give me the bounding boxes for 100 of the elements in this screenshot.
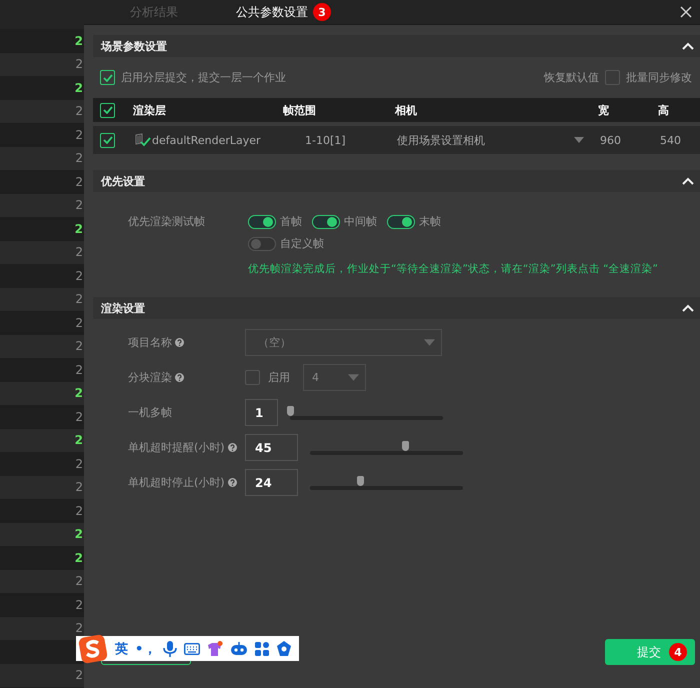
section-header[interactable]: 渲染设置 (93, 297, 700, 319)
list-row[interactable]: 2 (0, 499, 84, 522)
section-header[interactable]: 优先设置 (93, 170, 700, 192)
number-field[interactable]: 1 (245, 399, 278, 426)
chevron-icon[interactable] (682, 42, 694, 50)
chevron-icon[interactable] (682, 177, 694, 185)
list-row[interactable]: 2 (0, 29, 84, 52)
section-title: 渲染设置 (101, 300, 145, 316)
checkbox-label: 启用 (268, 370, 290, 385)
toggle-switch[interactable] (248, 236, 276, 250)
dropdown-icon (348, 374, 359, 381)
list-cell-text: 2 (75, 58, 83, 70)
list-row[interactable]: 2 (0, 311, 84, 334)
list-cell-text: 2 (74, 222, 83, 235)
apps-icon[interactable] (255, 642, 270, 656)
list-row[interactable]: 2 (0, 452, 84, 476)
keyboard-icon[interactable] (184, 642, 200, 654)
list-row[interactable]: 2 (0, 428, 84, 452)
list-cell-text: 2 (74, 528, 83, 540)
list-row[interactable]: 2 (0, 76, 84, 100)
toggle-switch[interactable] (387, 214, 415, 228)
tab[interactable]: 公共参数设置 3 (206, 0, 359, 24)
slider-thumb[interactable] (287, 406, 294, 416)
microphone-icon[interactable] (163, 640, 178, 656)
robot-icon[interactable] (230, 642, 248, 656)
section-header[interactable]: 场景参数设置 (93, 35, 700, 57)
help-icon[interactable] (228, 443, 237, 452)
list-row[interactable]: 2 (0, 616, 84, 640)
dropdown-icon (424, 339, 435, 346)
checkbox[interactable] (100, 70, 115, 85)
section-title: 场景参数设置 (101, 38, 167, 54)
submit-button[interactable]: 提交 4 (605, 639, 695, 665)
count-badge: 4 (669, 643, 687, 661)
list-cell-text: 2 (75, 105, 83, 118)
list-row[interactable]: 2 (0, 217, 84, 240)
slider[interactable] (310, 476, 463, 490)
list-cell-text: 2 (75, 575, 83, 588)
layer-icon (135, 133, 151, 147)
column-header: 帧范围 (283, 102, 317, 118)
list-cell-text: 2 (75, 340, 83, 352)
toggle-switch[interactable] (248, 214, 276, 228)
checkbox[interactable] (100, 102, 115, 118)
chevron-icon[interactable] (682, 304, 694, 312)
list-row[interactable]: 2 (0, 358, 84, 382)
checkbox[interactable] (605, 70, 620, 85)
list-row[interactable]: 2 (0, 522, 84, 546)
list-cell-text: 2 (75, 176, 83, 188)
list-row[interactable]: 2 (0, 146, 84, 170)
slider-thumb[interactable] (402, 440, 409, 450)
list-cell-text: 2 (75, 410, 83, 423)
list-row[interactable]: 2 (0, 382, 84, 405)
list-row[interactable]: 2 (0, 476, 84, 499)
slider-thumb[interactable] (357, 476, 364, 486)
toggle-switch[interactable] (312, 214, 340, 228)
checkbox[interactable] (100, 132, 115, 148)
table-row[interactable]: defaultRenderLayer 1-10[1] 使用场景设置相机 960 540 (93, 126, 700, 154)
list-cell-text: 2 (75, 598, 83, 611)
list-row[interactable]: 2 (0, 194, 84, 217)
shirt-icon[interactable] (207, 640, 224, 656)
language-toggle[interactable]: 英 (115, 640, 128, 658)
slider[interactable] (310, 440, 463, 454)
column-header: 相机 (395, 102, 418, 118)
list-cell-text: 2 (75, 152, 83, 164)
list-row[interactable] (0, 640, 84, 664)
list-cell-text: 2 (75, 246, 83, 258)
list-cell-text: 2 (75, 481, 83, 494)
list-row[interactable]: 2 (0, 570, 84, 593)
list-cell-text: 2 (75, 270, 83, 282)
help-icon[interactable] (228, 478, 237, 487)
list-row[interactable]: 2 (0, 52, 84, 76)
tab[interactable]: 分析结果 (84, 0, 206, 24)
list-cell-text: 2 (75, 504, 83, 517)
list-cell-text: 2 (74, 434, 83, 446)
list-row[interactable]: 2 (0, 288, 84, 311)
close-icon[interactable] (680, 6, 692, 18)
list-row[interactable]: 2 (0, 546, 84, 570)
field-label: 项目名称 (128, 335, 172, 350)
list-row[interactable]: 2 (0, 664, 84, 687)
list-row[interactable]: 2 (0, 264, 84, 288)
list-row[interactable]: 2 (0, 405, 84, 428)
list-row[interactable]: 2 (0, 593, 84, 616)
list-row[interactable]: 2 (0, 240, 84, 264)
toggle-label: 末帧 (419, 214, 441, 229)
list-row[interactable]: 2 (0, 170, 84, 194)
list-row[interactable]: 2 (0, 123, 84, 146)
list-cell-text: 2 (74, 387, 83, 400)
camera-select[interactable]: 使用场景设置相机 (397, 132, 600, 148)
number-field[interactable]: 45 (245, 434, 298, 461)
list-cell-text: 2 (75, 458, 83, 470)
restore-default-link[interactable]: 恢复默认值 (544, 70, 599, 85)
number-field[interactable]: 24 (245, 469, 298, 496)
toolbox-icon[interactable] (276, 640, 292, 656)
list-row[interactable]: 2 (0, 334, 84, 358)
section-title: 优先设置 (101, 174, 145, 188)
list-cell-text: 2 (75, 364, 83, 376)
field-label: 优先渲染测试帧 (128, 214, 206, 230)
slider[interactable] (290, 406, 443, 420)
punctuation-toggle[interactable]: •， (135, 640, 156, 658)
ime-logo-icon[interactable] (78, 634, 108, 664)
list-row[interactable]: 2 (0, 100, 84, 123)
